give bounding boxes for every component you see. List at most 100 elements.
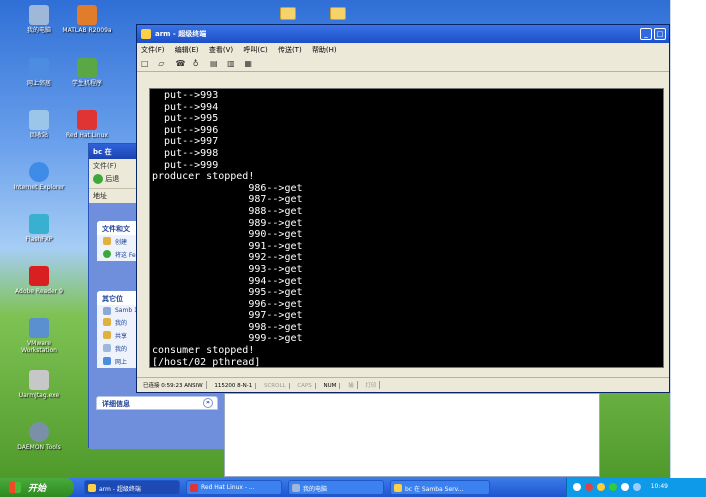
internet-explorer-icon bbox=[29, 162, 49, 182]
start-label: 开始 bbox=[28, 484, 47, 494]
vmware-icon bbox=[29, 318, 49, 338]
folder-icon[interactable] bbox=[330, 7, 346, 20]
settings-icon[interactable]: ▦ bbox=[244, 58, 255, 69]
windows-logo-icon bbox=[9, 482, 21, 493]
computer-icon bbox=[103, 344, 111, 352]
clock[interactable]: 10:49 bbox=[651, 483, 668, 490]
terminal-line: 991-->get bbox=[152, 240, 303, 252]
terminal-line: 990-->get bbox=[152, 229, 303, 241]
recycle-bin-icon bbox=[29, 110, 49, 130]
terminal-line: 999-->get bbox=[152, 333, 303, 345]
terminal-line: put-->995 bbox=[152, 113, 219, 125]
terminal-titlebar[interactable]: arm - 超级终端 _ □ bbox=[137, 25, 669, 43]
terminal-title: arm - 超级终端 bbox=[155, 30, 207, 38]
daemon-tools-icon bbox=[29, 422, 49, 442]
desktop-icon-matlab[interactable]: MATLAB R2009a bbox=[58, 5, 116, 34]
back-icon[interactable] bbox=[93, 174, 103, 184]
desktop-icon-label: UarmJtag.exe bbox=[18, 392, 60, 399]
status-print: 打印 bbox=[362, 381, 381, 389]
terminal-line: 994-->get bbox=[152, 275, 303, 287]
menu-edit[interactable]: 编辑(E) bbox=[175, 46, 199, 54]
globe-icon bbox=[103, 250, 111, 258]
terminal-line: 998-->get bbox=[152, 321, 303, 333]
computer-icon bbox=[292, 484, 300, 492]
desktop-icon-daemon-tools[interactable]: DAEMON Tools bbox=[10, 422, 68, 451]
terminal-line: consumer stopped! bbox=[152, 345, 255, 357]
menu-call[interactable]: 呼叫(C) bbox=[243, 46, 267, 54]
desktop-icon-label: VMware Workstation bbox=[21, 340, 57, 354]
menu-file[interactable]: 文件(F) bbox=[141, 46, 165, 54]
desktop-icon-student[interactable]: 学生机程序 bbox=[58, 58, 116, 87]
maximize-button[interactable]: □ bbox=[654, 28, 666, 40]
redhat-icon bbox=[77, 110, 97, 130]
terminal-line: 987-->get bbox=[152, 194, 303, 206]
details-panel-header[interactable]: 详细信息 » bbox=[96, 396, 218, 410]
matlab-icon bbox=[77, 5, 97, 25]
receive-icon[interactable]: ▥ bbox=[227, 58, 238, 69]
status-capture: 捕 bbox=[345, 381, 358, 389]
tray-icon[interactable] bbox=[621, 483, 629, 491]
terminal-toolbar: □ ▱ ☎ ♁ ▤ ▥ ▦ bbox=[137, 56, 669, 72]
tray-icon[interactable] bbox=[585, 483, 593, 491]
desktop-icon-flashfxp[interactable]: FlashFXP bbox=[10, 214, 68, 243]
send-icon[interactable]: ▤ bbox=[210, 58, 221, 69]
properties-icon[interactable]: ♁ bbox=[193, 58, 204, 69]
terminal-line: 996-->get bbox=[152, 298, 303, 310]
terminal-line: put-->999 bbox=[152, 159, 219, 171]
taskbar-button-redhat[interactable]: Red Hat Linux - ... bbox=[186, 480, 282, 495]
uarmjtag-icon bbox=[29, 370, 49, 390]
menu-help[interactable]: 帮助(H) bbox=[312, 46, 337, 54]
student-program-icon bbox=[77, 58, 97, 78]
network-icon bbox=[103, 357, 111, 365]
menu-transfer[interactable]: 传送(T) bbox=[278, 46, 302, 54]
desktop-icon-label: Adobe Reader 9 bbox=[15, 288, 63, 295]
desktop-icon-vmware[interactable]: VMware Workstation bbox=[10, 318, 68, 354]
disconnect-icon[interactable]: ☎ bbox=[175, 58, 186, 69]
folder-icon bbox=[394, 484, 402, 492]
desktop-icon-label: 学生机程序 bbox=[71, 80, 102, 87]
terminal-line: [/host/02_pthread] bbox=[152, 356, 261, 368]
minimize-button[interactable]: _ bbox=[640, 28, 652, 40]
folder-icon bbox=[103, 331, 111, 339]
tray-icon[interactable] bbox=[609, 483, 617, 491]
terminal-line: 989-->get bbox=[152, 217, 303, 229]
chevron-down-icon[interactable]: » bbox=[203, 398, 213, 408]
tray-icon[interactable] bbox=[573, 483, 581, 491]
terminal-line: 992-->get bbox=[152, 252, 303, 264]
menu-view[interactable]: 查看(V) bbox=[209, 46, 233, 54]
terminal-line: put-->996 bbox=[152, 124, 219, 136]
desktop-icon-label: Red Hat Linux bbox=[66, 132, 108, 139]
desktop-icon-uarmjtag[interactable]: UarmJtag.exe bbox=[10, 370, 68, 399]
back-button-label[interactable]: 后退 bbox=[105, 175, 119, 183]
taskbar-button-hyperterminal[interactable]: arm - 超级终端 bbox=[84, 480, 180, 495]
background-window-area bbox=[224, 393, 600, 477]
terminal-screen[interactable]: put-->993 put-->994 put-->995 put-->996 … bbox=[149, 88, 664, 368]
redhat-icon bbox=[190, 484, 198, 492]
desktop: 我的电脑 MATLAB R2009a 网上邻居 学生机程序 回收站 Red Ha… bbox=[0, 0, 670, 478]
status-connection: 已连接 0:59:23 ANSIW bbox=[140, 381, 207, 389]
desktop-icon-adobe-reader[interactable]: Adobe Reader 9 bbox=[10, 266, 68, 295]
folder-icon[interactable] bbox=[280, 7, 296, 20]
folder-icon bbox=[103, 318, 111, 326]
tray-icon[interactable] bbox=[633, 483, 641, 491]
taskbar-button-my-computer[interactable]: 我的电脑 bbox=[288, 480, 384, 495]
computer-icon bbox=[29, 5, 49, 25]
tray-icon[interactable] bbox=[597, 483, 605, 491]
network-icon bbox=[29, 58, 49, 78]
network-share-icon bbox=[103, 307, 111, 315]
screen-right-margin bbox=[670, 0, 706, 478]
hyperterminal-icon bbox=[141, 29, 151, 39]
taskbar-button-samba[interactable]: bc 在 Samba Serv... bbox=[390, 480, 490, 495]
new-icon[interactable]: □ bbox=[141, 58, 152, 69]
flashfxp-icon bbox=[29, 214, 49, 234]
terminal-line: put-->994 bbox=[152, 101, 219, 113]
terminal-line: put-->993 bbox=[152, 90, 219, 101]
start-button[interactable]: 开始 bbox=[0, 478, 74, 497]
desktop-icon-ie[interactable]: Internet Explorer bbox=[10, 162, 68, 191]
hyperterminal-icon bbox=[88, 484, 96, 492]
open-icon[interactable]: ▱ bbox=[158, 58, 169, 69]
terminal-line: 993-->get bbox=[152, 263, 303, 275]
adobe-reader-icon bbox=[29, 266, 49, 286]
hyperterminal-window[interactable]: arm - 超级终端 _ □ 文件(F) 编辑(E) 查看(V) 呼叫(C) 传… bbox=[136, 24, 670, 393]
desktop-icon-redhat[interactable]: Red Hat Linux bbox=[58, 110, 116, 139]
